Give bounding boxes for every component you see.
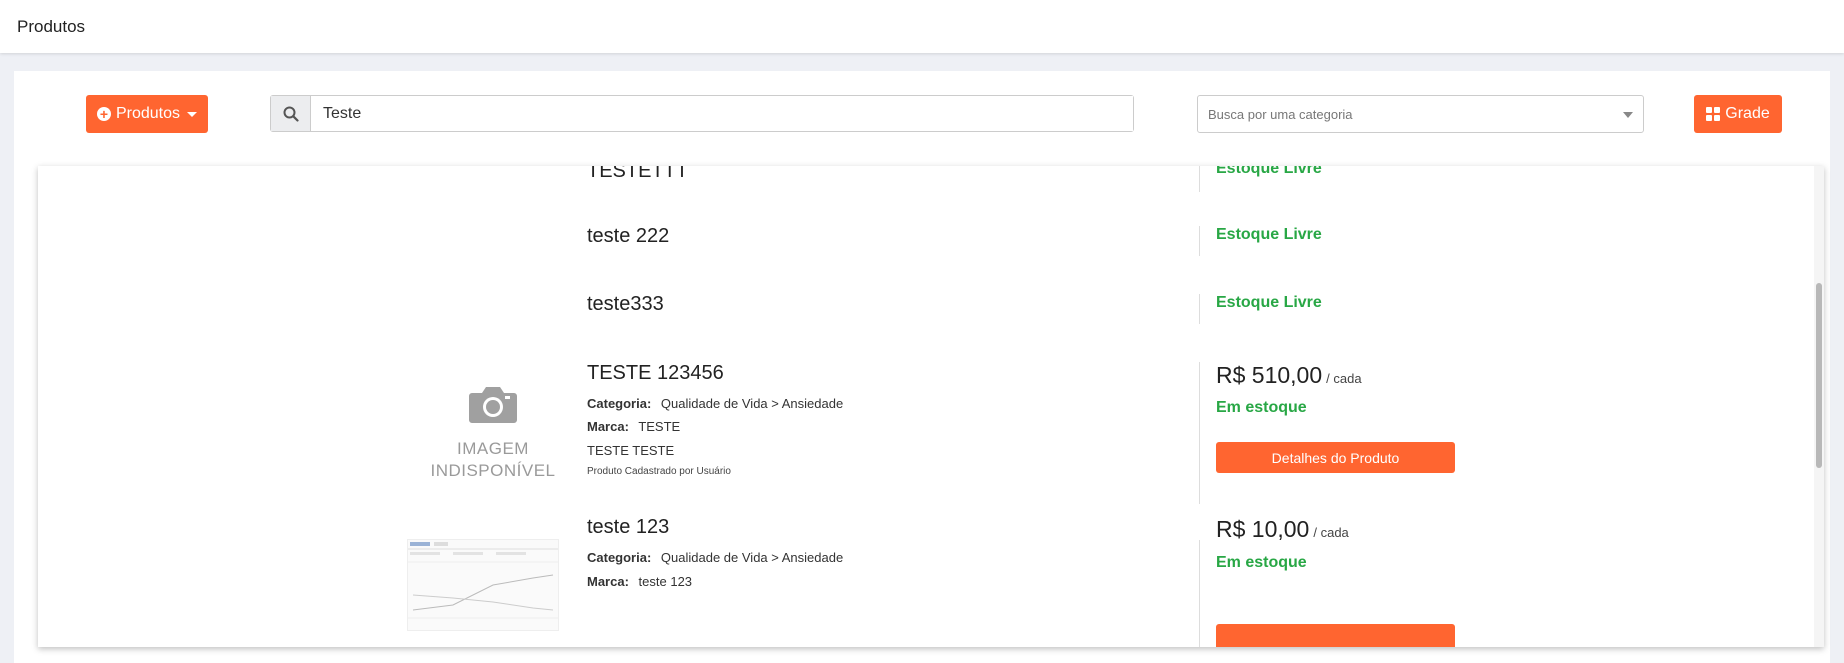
brand-label: Marca: bbox=[587, 419, 629, 434]
product-name[interactable]: TESTE 123456 bbox=[587, 362, 724, 385]
price-value: R$ 510,00 bbox=[1216, 362, 1323, 388]
category-value: Qualidade de Vida > Ansiedade bbox=[660, 550, 844, 565]
price-value: R$ 10,00 bbox=[1216, 516, 1310, 542]
top-bar: Produtos bbox=[0, 0, 1844, 53]
plus-circle-icon: + bbox=[96, 107, 111, 121]
product-name[interactable]: teste333 bbox=[587, 293, 664, 316]
image-unavailable-placeholder: IMAGEM INDISPONÍVEL bbox=[413, 383, 573, 482]
caret-down-icon bbox=[187, 111, 198, 117]
row-divider bbox=[1199, 166, 1200, 192]
product-price: R$ 510,00/ cada bbox=[1216, 362, 1362, 389]
stock-status: Estoque Livre bbox=[1216, 294, 1322, 311]
product-name[interactable]: TESTETTT bbox=[587, 166, 688, 183]
search-icon[interactable] bbox=[271, 96, 311, 131]
stock-status: Em estoque bbox=[1216, 399, 1307, 416]
produtos-button-label: Produtos bbox=[115, 105, 181, 122]
product-name[interactable]: teste 222 bbox=[587, 225, 669, 248]
camera-icon bbox=[469, 387, 517, 423]
category-placeholder: Busca por uma categoria bbox=[1208, 106, 1353, 122]
brand-value: TESTE bbox=[638, 419, 681, 434]
search-input[interactable] bbox=[311, 96, 1133, 131]
product-details-button-clipped[interactable] bbox=[1216, 624, 1455, 647]
category-label: Categoria: bbox=[587, 550, 652, 565]
product-category: Categoria: Qualidade de Vida > Ansiedade bbox=[587, 396, 843, 411]
product-price: R$ 10,00/ cada bbox=[1216, 516, 1349, 543]
image-text-line-1: IMAGEM bbox=[457, 439, 529, 458]
scrollbar[interactable] bbox=[1814, 166, 1824, 647]
search-group bbox=[270, 95, 1134, 132]
brand-label: Marca: bbox=[587, 574, 629, 589]
grade-button-label: Grade bbox=[1725, 105, 1770, 122]
stock-status: Estoque Livre bbox=[1216, 166, 1322, 177]
price-unit: / cada bbox=[1326, 371, 1362, 386]
price-unit: / cada bbox=[1313, 525, 1349, 540]
product-brand: Marca: TESTE bbox=[587, 419, 680, 434]
product-description: TESTE TESTE bbox=[587, 443, 675, 458]
product-brand: Marca: teste 123 bbox=[587, 574, 692, 589]
grade-view-button[interactable]: Grade bbox=[1694, 95, 1782, 133]
category-value: Qualidade de Vida > Ansiedade bbox=[660, 396, 844, 411]
product-name[interactable]: teste 123 bbox=[587, 516, 669, 539]
produtos-dropdown-button[interactable]: + Produtos bbox=[86, 95, 208, 133]
row-divider bbox=[1199, 362, 1200, 504]
row-divider bbox=[1199, 540, 1200, 647]
row-divider bbox=[1199, 226, 1200, 256]
category-select[interactable]: Busca por uma categoria bbox=[1197, 95, 1644, 133]
product-category: Categoria: Qualidade de Vida > Ansiedade bbox=[587, 550, 843, 565]
chevron-down-icon bbox=[1623, 112, 1633, 118]
product-details-button[interactable]: Detalhes do Produto bbox=[1216, 442, 1455, 473]
image-text-line-2: INDISPONÍVEL bbox=[430, 461, 556, 480]
product-note: Produto Cadastrado por Usuário bbox=[587, 466, 731, 477]
stock-status: Estoque Livre bbox=[1216, 226, 1322, 243]
category-label: Categoria: bbox=[587, 396, 652, 411]
product-list: TESTETTT Estoque Livre teste 222 Estoque… bbox=[38, 166, 1824, 647]
product-thumbnail[interactable] bbox=[407, 539, 559, 631]
row-divider bbox=[1199, 294, 1200, 324]
page-title: Produtos bbox=[17, 17, 86, 36]
brand-value: teste 123 bbox=[638, 574, 693, 589]
grid-icon bbox=[1706, 107, 1721, 121]
scrollbar-thumb[interactable] bbox=[1816, 283, 1822, 468]
stock-status: Em estoque bbox=[1216, 554, 1307, 571]
